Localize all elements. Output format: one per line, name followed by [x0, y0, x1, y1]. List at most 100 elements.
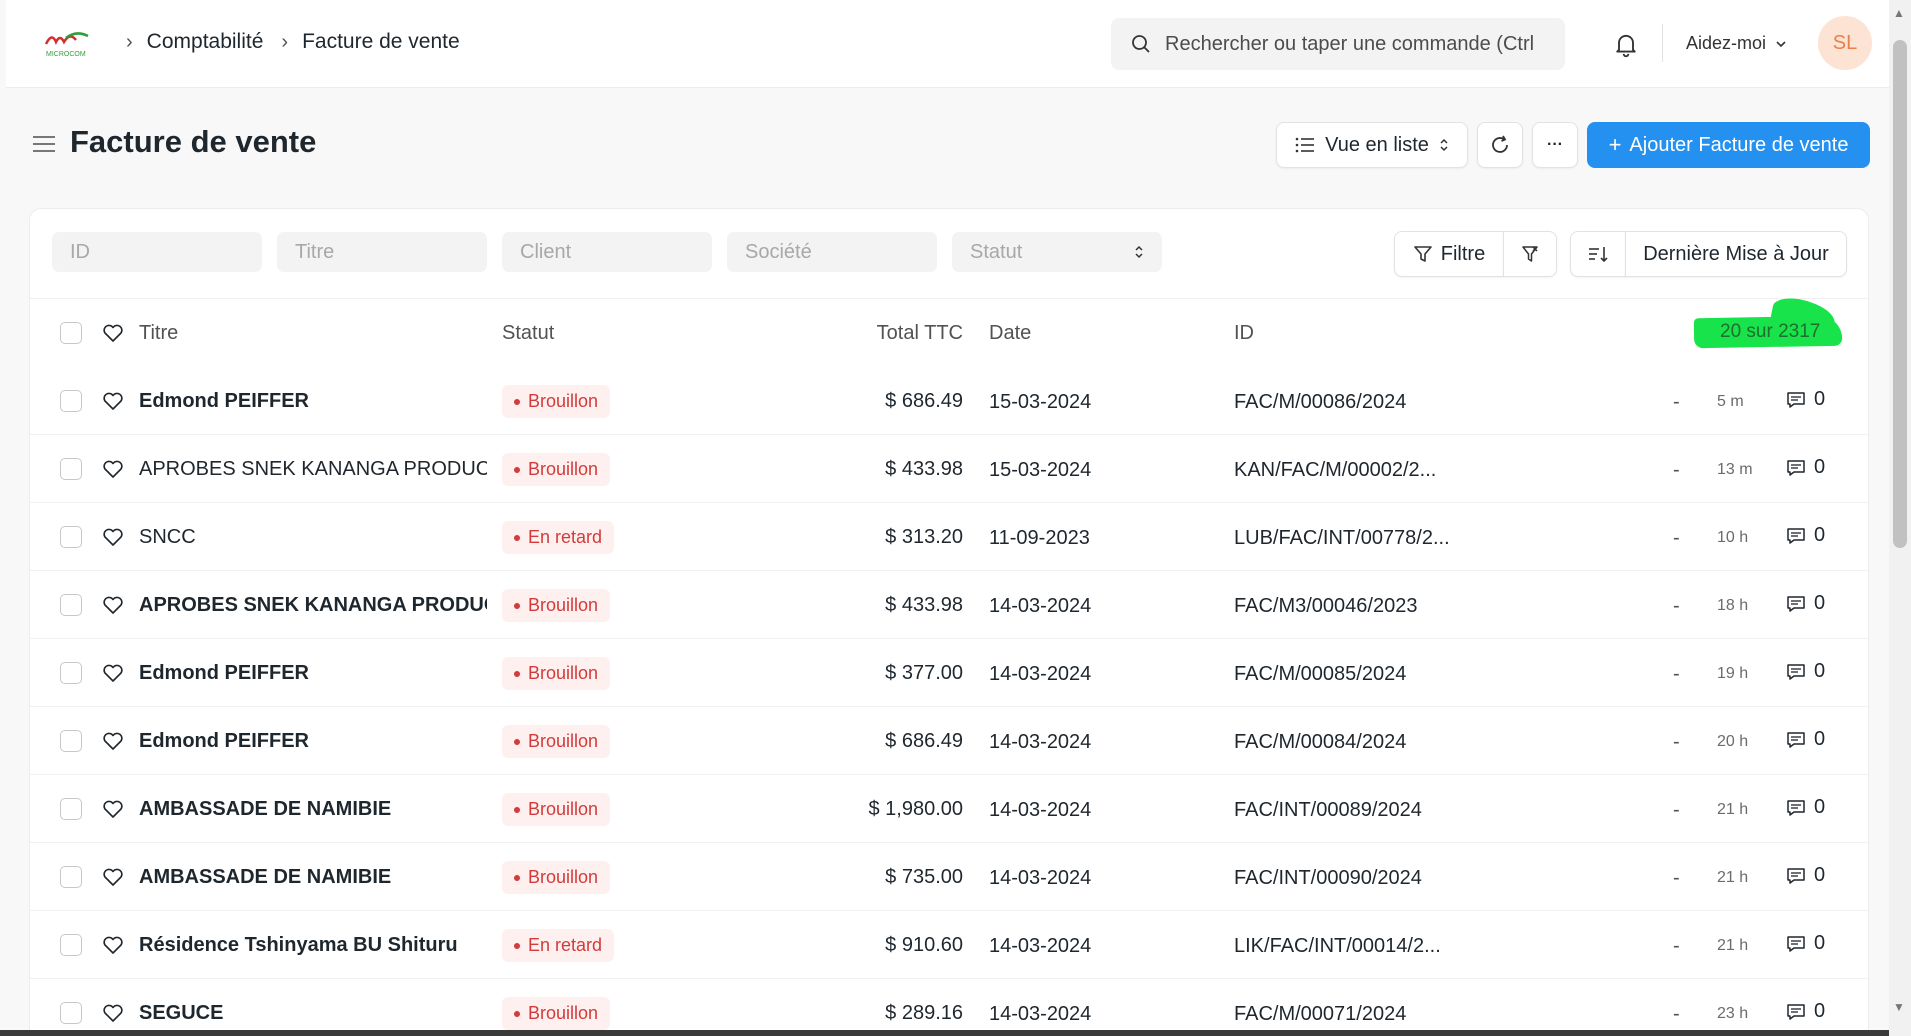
row-checkbox[interactable] — [60, 390, 82, 412]
row-title[interactable]: Résidence Tshinyama BU Shituru — [139, 934, 458, 957]
table-row[interactable]: APROBES SNEK KANANGA PRODUC Brouillon $ 43… — [30, 571, 1868, 639]
header-title[interactable]: Titre — [139, 322, 178, 345]
row-comments[interactable]: 0 — [1786, 660, 1825, 683]
heart-icon[interactable] — [101, 797, 125, 821]
comment-icon — [1787, 663, 1805, 680]
row-checkbox[interactable] — [60, 934, 82, 956]
table-row[interactable]: Résidence Tshinyama BU Shituru En retard $… — [30, 911, 1868, 979]
more-actions-button[interactable]: ··· — [1532, 122, 1578, 168]
row-title[interactable]: Edmond PEIFFER — [139, 390, 309, 413]
sort-direction-button[interactable] — [1570, 231, 1626, 277]
row-comments[interactable]: 0 — [1786, 456, 1825, 479]
header-date[interactable]: Date — [989, 322, 1031, 345]
row-assigned: - — [1673, 391, 1680, 413]
table-row[interactable]: AMBASSADE DE NAMIBIE Brouillon $ 735.00 14-… — [30, 843, 1868, 911]
status-dot-icon — [514, 1010, 520, 1017]
microcom-logo[interactable]: MICROCOM — [42, 28, 102, 60]
table-row[interactable]: Edmond PEIFFER Brouillon $ 377.00 14-03-202… — [30, 639, 1868, 707]
row-title[interactable]: SNCC — [139, 526, 196, 549]
row-comments[interactable]: 0 — [1786, 592, 1825, 615]
client-filter-input[interactable] — [502, 232, 712, 272]
table-row[interactable]: SNCC En retard $ 313.20 11-09-2023 LUB/FAC/I… — [30, 503, 1868, 571]
row-checkbox[interactable] — [60, 594, 82, 616]
comment-count: 0 — [1814, 388, 1826, 410]
row-title[interactable]: AMBASSADE DE NAMIBIE — [139, 798, 391, 821]
row-title[interactable]: Edmond PEIFFER — [139, 730, 309, 753]
breadcrumb-facture-de-vente[interactable]: Facture de vente — [302, 30, 460, 54]
status-filter-select[interactable]: Statut — [952, 232, 1162, 272]
avatar-initials: SL — [1832, 31, 1858, 54]
heart-icon[interactable] — [101, 865, 125, 889]
search-bar[interactable] — [1111, 18, 1565, 70]
refresh-button[interactable] — [1477, 122, 1523, 168]
bell-icon[interactable] — [1612, 30, 1640, 58]
company-filter-input[interactable] — [727, 232, 937, 272]
sort-by-button[interactable]: Dernière Mise à Jour — [1625, 231, 1847, 277]
status-label: Brouillon — [528, 459, 599, 479]
row-title[interactable]: SEGUCE — [139, 1002, 223, 1025]
row-modified: 23 h — [1717, 1005, 1749, 1022]
row-comments[interactable]: 0 — [1786, 524, 1825, 547]
row-comments[interactable]: 0 — [1786, 728, 1825, 751]
clear-filters-button[interactable] — [1503, 231, 1557, 277]
row-checkbox[interactable] — [60, 662, 82, 684]
table-row[interactable]: AMBASSADE DE NAMIBIE Brouillon $ 1,980.00 1… — [30, 775, 1868, 843]
row-comments[interactable]: 0 — [1786, 388, 1825, 411]
row-checkbox[interactable] — [60, 1002, 82, 1024]
breadcrumb-comptabilite[interactable]: Comptabilité — [147, 30, 264, 54]
title-filter-input[interactable] — [277, 232, 487, 272]
row-modified: 20 h — [1717, 733, 1749, 750]
row-checkbox[interactable] — [60, 458, 82, 480]
row-id: FAC/INT/00090/2024 — [1234, 867, 1422, 889]
bottom-border — [0, 1030, 1889, 1036]
scrollbar-thumb[interactable] — [1893, 40, 1907, 548]
header-total[interactable]: Total TTC — [877, 322, 963, 345]
help-label: Aidez-moi — [1686, 33, 1767, 53]
heart-icon[interactable] — [101, 729, 125, 753]
avatar[interactable]: SL — [1818, 16, 1872, 70]
row-comments[interactable]: 0 — [1786, 932, 1825, 955]
heart-icon[interactable] — [101, 933, 125, 957]
row-checkbox[interactable] — [60, 866, 82, 888]
heart-icon[interactable] — [101, 321, 125, 345]
select-all-checkbox[interactable] — [60, 322, 82, 344]
scroll-up-arrow[interactable]: ▲ — [1893, 6, 1905, 20]
row-title[interactable]: Edmond PEIFFER — [139, 662, 309, 685]
add-invoice-button[interactable]: + Ajouter Facture de vente — [1587, 122, 1870, 168]
heart-icon[interactable] — [101, 1001, 125, 1025]
table-row[interactable]: APROBES SNEK KANANGA PRODUCT Brouillon $ 4… — [30, 435, 1868, 503]
heart-icon[interactable] — [101, 525, 125, 549]
row-date: 14-03-2024 — [989, 935, 1092, 957]
ellipsis-icon: ··· — [1547, 136, 1563, 153]
row-checkbox[interactable] — [60, 798, 82, 820]
filter-button[interactable]: Filtre — [1394, 231, 1504, 277]
row-checkbox[interactable] — [60, 526, 82, 548]
navbar-divider — [1662, 24, 1663, 62]
search-input[interactable] — [1165, 32, 1545, 56]
row-title[interactable]: APROBES SNEK KANANGA PRODUCT — [139, 458, 487, 481]
hamburger-icon[interactable] — [32, 132, 56, 156]
id-filter-input[interactable] — [52, 232, 262, 272]
heart-icon[interactable] — [101, 593, 125, 617]
heart-icon[interactable] — [101, 661, 125, 685]
view-switcher-button[interactable]: Vue en liste — [1276, 122, 1468, 168]
heart-icon[interactable] — [101, 389, 125, 413]
status-label: En retard — [528, 527, 603, 547]
table-row[interactable]: Edmond PEIFFER Brouillon $ 686.49 14-03-202… — [30, 707, 1868, 775]
row-comments[interactable]: 0 — [1786, 796, 1825, 819]
heart-icon[interactable] — [101, 457, 125, 481]
help-dropdown[interactable]: Aidez-moi — [1686, 33, 1788, 54]
row-title[interactable]: APROBES SNEK KANANGA PRODUC — [139, 594, 487, 617]
header-status[interactable]: Statut — [502, 322, 554, 345]
scroll-down-arrow[interactable]: ▼ — [1893, 1000, 1905, 1014]
table-row[interactable]: Edmond PEIFFER Brouillon $ 686.49 15-03-202… — [30, 367, 1868, 435]
comment-count: 0 — [1814, 660, 1826, 682]
row-title[interactable]: AMBASSADE DE NAMIBIE — [139, 866, 391, 889]
row-comments[interactable]: 0 — [1786, 864, 1825, 887]
row-comments[interactable]: 0 — [1786, 1000, 1825, 1023]
header-id[interactable]: ID — [1234, 322, 1254, 345]
row-checkbox[interactable] — [60, 730, 82, 752]
status-dot-icon — [514, 466, 520, 473]
table-row[interactable]: SEGUCE Brouillon $ 289.16 14-03-2024 FAC/M/0… — [30, 979, 1868, 1036]
row-modified: 10 h — [1717, 529, 1749, 546]
